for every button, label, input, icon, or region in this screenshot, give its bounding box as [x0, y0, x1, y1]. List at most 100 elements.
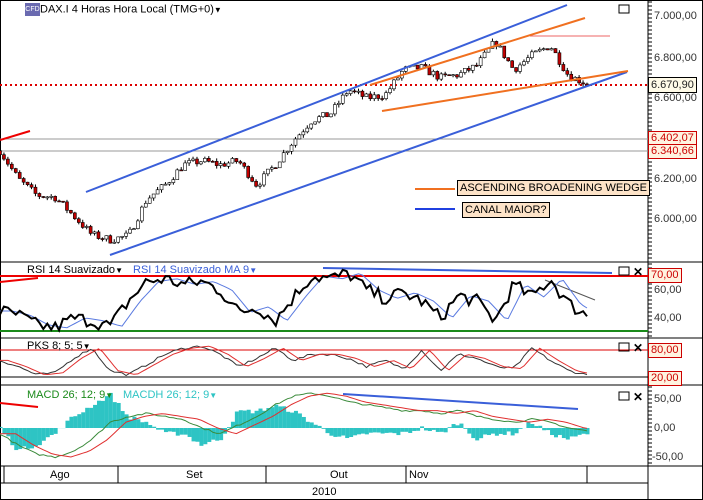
histogram-bar — [423, 428, 428, 431]
histogram-bar — [345, 428, 350, 439]
histogram-bar — [2, 428, 7, 434]
level-tag-2: 6.340,66 — [648, 144, 697, 159]
candle — [388, 86, 392, 95]
macd-axis-label: 0,00 — [654, 422, 676, 434]
histogram-bar — [380, 428, 385, 434]
close-rsi-panel-icon[interactable]: ✕ — [633, 265, 643, 279]
candle — [199, 161, 203, 166]
rsi-ma-dropdown-icon[interactable]: ▼ — [249, 266, 257, 275]
close-pks-panel-icon[interactable]: ✕ — [633, 341, 643, 355]
candle — [289, 143, 294, 155]
rsi-ma-title[interactable]: RSI 14 Suavizado MA 9▼ — [133, 264, 257, 276]
histogram-bar — [85, 407, 90, 428]
candle — [230, 157, 235, 164]
candle — [313, 121, 317, 125]
maximize-rsi-panel-icon[interactable] — [618, 266, 630, 276]
histogram-bar — [329, 428, 334, 436]
candle — [435, 70, 440, 82]
candle — [108, 234, 113, 244]
candle — [502, 45, 507, 60]
histogram-bar — [475, 428, 480, 441]
candle — [96, 230, 101, 240]
candle — [25, 181, 30, 187]
histogram-bar — [254, 410, 259, 428]
close-macd-panel-icon[interactable]: ✕ — [633, 390, 643, 404]
candle — [470, 64, 475, 74]
chart-canvas[interactable]: ✕ ✕ ✕ — [0, 0, 703, 500]
histogram-bar — [136, 419, 141, 428]
histogram-bar — [93, 404, 98, 428]
candle — [364, 92, 369, 97]
histogram-bar — [246, 409, 251, 428]
histogram-bar — [530, 424, 535, 428]
maximize-macd-panel-icon[interactable] — [618, 391, 630, 401]
candle — [360, 89, 365, 100]
candle — [163, 182, 168, 186]
histogram-bar — [360, 428, 365, 434]
macdh-title[interactable]: MACDH 26; 12; 9▼ — [123, 389, 217, 401]
annotation-channel[interactable]: CANAL MAIOR? — [462, 202, 550, 218]
histogram-bar — [53, 428, 58, 434]
histogram-bar — [569, 428, 574, 437]
rsi-dropdown-icon[interactable]: ▼ — [115, 266, 123, 275]
histogram-bar — [242, 410, 247, 428]
histogram-bar — [357, 428, 362, 435]
candle — [234, 157, 239, 164]
rsi-70-tag: 70,00 — [648, 268, 682, 283]
channel-upper-line — [85, 4, 568, 193]
candle — [376, 94, 381, 101]
candle — [443, 71, 447, 77]
candle — [530, 49, 534, 60]
rsi-title[interactable]: RSI 14 Suavizado▼ — [27, 264, 123, 276]
histogram-bar — [467, 428, 472, 434]
wedge-lower-line — [381, 70, 629, 112]
histogram-bar — [443, 428, 448, 433]
candle — [467, 65, 471, 73]
histogram-bar — [226, 427, 231, 428]
candle — [392, 79, 396, 91]
candle — [285, 150, 290, 155]
candle — [384, 90, 388, 101]
histogram-bar — [73, 416, 78, 428]
candle — [545, 48, 550, 51]
histogram-bar — [152, 426, 157, 428]
title-dropdown-icon[interactable]: ▼ — [214, 5, 222, 14]
histogram-bar — [100, 400, 105, 428]
macd-title[interactable]: MACD 26; 12; 9▼ — [27, 389, 113, 401]
histogram-bar — [392, 428, 397, 434]
candle — [33, 184, 38, 197]
histogram-bar — [388, 428, 393, 433]
candle — [10, 162, 14, 171]
annotation-wedge[interactable]: ASCENDING BROADENING WEDGE — [457, 180, 651, 196]
candle — [273, 167, 278, 169]
histogram-bar — [22, 428, 27, 447]
histogram-bar — [203, 428, 208, 445]
year-label: 2010 — [312, 486, 337, 498]
maximize-price-panel-icon[interactable] — [618, 4, 630, 14]
macd-dropdown-icon[interactable]: ▼ — [105, 391, 113, 400]
histogram-bar — [412, 428, 417, 431]
candle — [112, 239, 117, 244]
histogram-bar — [553, 428, 558, 438]
candle — [128, 226, 132, 234]
candle — [270, 165, 274, 172]
candle — [147, 195, 152, 204]
chart-title[interactable]: CFDDAX.I 4 Horas Hora Local (TMG+0)▼ — [25, 3, 222, 16]
candle — [356, 88, 361, 95]
histogram-bar — [81, 412, 86, 428]
pks-dropdown-icon[interactable]: ▼ — [83, 342, 91, 351]
candle — [191, 156, 195, 162]
histogram-bar — [416, 428, 421, 431]
pks-title[interactable]: PKS 8; 5; 5▼ — [27, 340, 91, 352]
histogram-bar — [459, 423, 464, 428]
candle — [140, 205, 144, 223]
histogram-bar — [518, 428, 523, 429]
macdh-dropdown-icon[interactable]: ▼ — [209, 391, 217, 400]
histogram-bar — [353, 428, 358, 436]
price-axis-label: 7.000,00 — [654, 10, 697, 22]
candle — [151, 193, 156, 201]
histogram-bar — [404, 428, 409, 432]
histogram-bar — [0, 426, 3, 428]
candle — [65, 199, 69, 214]
candle — [45, 196, 50, 201]
